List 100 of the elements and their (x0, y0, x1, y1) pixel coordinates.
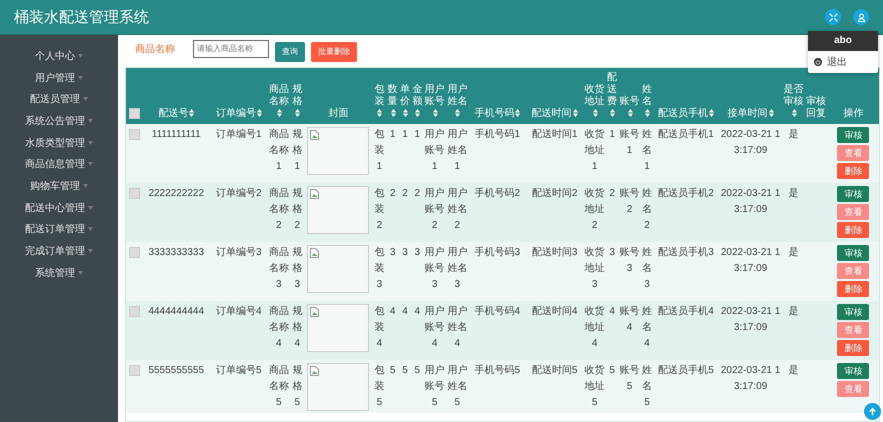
sort-icon (792, 109, 797, 118)
sidebar-item[interactable]: 商品信息管理 (25, 153, 93, 176)
sidebar-item[interactable]: 配送员管理 (30, 88, 88, 110)
search-field[interactable]: 请输入商品名称 (193, 40, 269, 58)
sort-icon (644, 109, 650, 118)
table-cell: 账号5 (618, 360, 641, 413)
column-header[interactable]: 配送员手机 (653, 68, 719, 124)
table-cell: 1 (411, 124, 424, 183)
column-header[interactable]: 手机号码 (468, 68, 526, 124)
column-header[interactable]: 账号 (618, 68, 641, 124)
table-cell: 用户姓名3 (446, 242, 469, 301)
column-header[interactable]: 配送费 (606, 68, 618, 124)
sort-icon (189, 109, 194, 118)
table-cell: 规格2 (290, 183, 304, 242)
delete-button[interactable]: 删除 (837, 340, 870, 356)
table-cell: 订单编号2 (210, 183, 268, 242)
column-header[interactable]: 用户账号 (423, 68, 446, 124)
row-checkbox[interactable] (128, 188, 140, 199)
row-checkbox[interactable] (128, 246, 140, 258)
column-header[interactable]: 用户姓名 (446, 68, 469, 124)
view-button[interactable]: 查看 (837, 204, 870, 220)
table-cell: 规格3 (290, 242, 304, 301)
sidebar-item[interactable]: 购物车管理 (30, 175, 88, 197)
column-header[interactable]: 金额 (411, 68, 424, 124)
sidebar-item[interactable]: 水质类型管理 (25, 132, 93, 154)
row-checkbox[interactable] (128, 128, 140, 140)
column-header[interactable]: 包装 (372, 68, 387, 124)
row-checkbox[interactable] (128, 306, 140, 317)
table-cell: 订单编号5 (210, 360, 268, 413)
arrow-up-icon (868, 407, 877, 416)
sidebar-item[interactable]: 个人中心 (35, 45, 83, 67)
fullscreen-icon (828, 12, 838, 22)
table-cell: 收货地址1 (583, 124, 606, 183)
broken-image-icon (310, 248, 320, 258)
username: abo (808, 31, 878, 51)
audit-button[interactable]: 审核 (837, 304, 870, 320)
sidebar-item[interactable]: 系统公告管理 (25, 110, 93, 132)
delete-button[interactable]: 删除 (837, 163, 870, 179)
sidebar-item[interactable]: 用户管理 (35, 66, 83, 88)
sidebar-item[interactable]: 配送订单管理 (25, 218, 93, 240)
sidebar-item[interactable]: 配送中心管理 (25, 196, 93, 218)
delete-button[interactable]: 删除 (837, 222, 870, 238)
column-header[interactable]: 姓名 (640, 68, 654, 124)
audit-button[interactable]: 审核 (837, 363, 870, 379)
column-header[interactable]: 收货地址 (583, 68, 606, 124)
user-button[interactable] (853, 9, 869, 25)
table-cell: 手机号码1 (468, 124, 526, 183)
row-checkbox[interactable] (128, 364, 140, 376)
table-cell: 收货地址4 (583, 301, 606, 360)
table-cell: 姓名4 (640, 301, 654, 360)
view-button[interactable]: 查看 (837, 381, 870, 397)
column-header[interactable]: 数量 (386, 68, 399, 124)
table-cell: 3 (386, 242, 399, 301)
view-button[interactable]: 查看 (837, 145, 870, 161)
broken-image-icon (310, 366, 320, 376)
audit-button[interactable]: 审核 (837, 186, 870, 202)
fullscreen-button[interactable] (825, 9, 841, 25)
column-header[interactable]: 商品名称 (268, 68, 290, 124)
sort-icon (708, 109, 714, 118)
table-cell: 3 (606, 242, 618, 301)
table-cell: 手机号码2 (468, 183, 526, 242)
select-all-checkbox[interactable] (128, 108, 140, 119)
table-cell: 手机号码3 (468, 242, 526, 301)
batch-delete-button[interactable]: 批量删除 (311, 42, 357, 62)
column-header[interactable]: 订单编号 (210, 68, 268, 124)
broken-image-icon (310, 130, 320, 140)
table-cell: 包装4 (372, 301, 387, 360)
caret-icon (88, 206, 93, 210)
column-header[interactable]: 是否审核 (782, 68, 805, 124)
user-icon (856, 12, 866, 22)
table-cell: 是 (782, 360, 805, 413)
search-button[interactable]: 查询 (275, 42, 305, 62)
table-cell: 5 (386, 360, 399, 413)
caret-icon (88, 162, 93, 166)
view-button[interactable]: 查看 (837, 263, 870, 279)
delete-button[interactable]: 删除 (837, 281, 870, 297)
table-cell: 2022-03-21 13:17:09 (718, 183, 782, 242)
audit-button[interactable]: 审核 (837, 127, 870, 143)
caret-icon (88, 118, 93, 123)
sidebar-item[interactable]: 系统管理 (35, 262, 83, 284)
back-to-top-button[interactable] (864, 403, 881, 420)
table-cell: 2222222222 (142, 183, 210, 242)
table-cell: 用户账号4 (423, 301, 446, 360)
sidebar-item[interactable]: 完成订单管理 (25, 240, 93, 262)
column-header[interactable]: 配送号 (142, 68, 210, 124)
table-cell: 收货地址2 (583, 183, 606, 242)
table-cell: 账号1 (618, 124, 641, 183)
table-cell: 商品名称2 (268, 183, 290, 242)
column-header[interactable]: 单价 (398, 68, 412, 124)
table-cell: 包装3 (372, 242, 387, 301)
view-button[interactable]: 查看 (837, 322, 870, 338)
sort-icon (377, 109, 382, 118)
table-cell: 姓名5 (640, 360, 654, 413)
column-header[interactable]: 配送时间 (526, 68, 584, 124)
sort-icon (295, 109, 300, 118)
column-header[interactable]: 规格 (290, 68, 304, 124)
table-cell: 2 (411, 183, 424, 242)
column-header[interactable]: 接单时间 (718, 68, 782, 124)
audit-button[interactable]: 审核 (837, 245, 870, 261)
sort-icon (610, 109, 616, 118)
